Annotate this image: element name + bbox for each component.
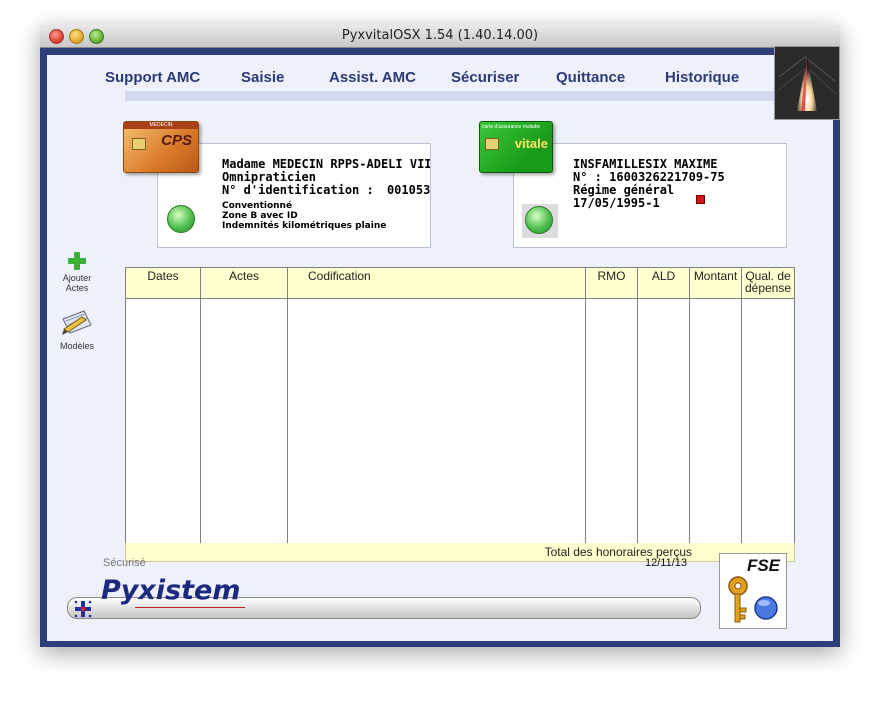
col-header-qual-depense[interactable]: Qual. de dépense [742,270,794,294]
brand-underline [135,607,245,608]
brand-logo-text: Pyxistem [101,575,241,606]
column-divider [637,268,638,544]
fse-panel[interactable]: FSE [719,553,787,629]
practitioner-zone: Zone B avec ID [222,211,298,221]
cps-card-image: MEDECIN CPS [123,121,199,173]
nav-historique[interactable]: Historique [665,69,739,86]
col-header-montant[interactable]: Montant [690,270,741,282]
chip-icon [485,138,499,150]
nav-securiser[interactable]: Sécuriser [451,69,519,86]
nav-saisie[interactable]: Saisie [241,69,284,86]
cps-card-header: MEDECIN [124,122,198,129]
window-title: PyxvitalOSX 1.54 (1.40.14.00) [341,28,539,43]
models-button[interactable]: Modèles [55,309,99,351]
vitale-status-light[interactable] [525,206,553,234]
cps-card-label: CPS [161,132,192,149]
nav-quittance[interactable]: Quittance [556,69,625,86]
vitale-card-header: carte d'assurance maladie [482,124,541,130]
col-header-codification[interactable]: Codification [308,270,428,282]
add-acts-label: Ajouter Actes [62,273,92,293]
acts-table[interactable]: Dates Actes Codification RMO ALD Montant… [125,267,795,545]
nav-underline-bar [125,91,785,101]
column-divider [689,268,690,544]
col-header-ald[interactable]: ALD [638,270,689,282]
table-footer: Total des honoraires perçus [125,543,795,562]
table-header: Dates Actes Codification RMO ALD Montant… [126,268,794,299]
network-icon [74,600,92,618]
column-divider [741,268,742,544]
patient-status-indicator [696,195,705,204]
practitioner-ik: Indemnités kilométriques plaine [222,221,387,231]
app-logo [774,46,840,120]
main-content: Support AMC Saisie Assist. AMC Sécuriser… [47,46,840,641]
notebook-pencil-icon [62,310,92,335]
add-acts-button[interactable]: Ajouter Actes [55,251,99,293]
cps-status-light[interactable] [167,205,195,233]
vitale-card-label: vitale [514,136,548,151]
column-divider [585,268,586,544]
vitale-light-box [522,204,558,238]
col-header-rmo[interactable]: RMO [586,270,637,282]
col-header-dates[interactable]: Dates [126,270,200,282]
status-text: Sécurisé [103,557,146,569]
plus-icon [68,252,86,270]
column-divider [287,268,288,544]
fse-label: FSE [746,556,780,575]
key-icon [728,576,778,623]
app-window: PyxvitalOSX 1.54 (1.40.14.00) Support AM… [40,25,840,647]
vitale-info: INSFAMILLESIX MAXIME N° : 1600326221709-… [573,158,779,210]
title-bar[interactable]: PyxvitalOSX 1.54 (1.40.14.00) [40,25,840,48]
nav-assist-amc[interactable]: Assist. AMC [329,69,416,86]
vitale-card-panel: INSFAMILLESIX MAXIME N° : 1600326221709-… [513,143,787,248]
chip-icon [132,138,146,150]
practitioner-id-label: N° d'identification : [222,183,374,197]
col-header-actes[interactable]: Actes [201,270,287,282]
practitioner-id-value: 001053685 [386,183,430,197]
column-divider [200,268,201,544]
patient-birth: 17/05/1995-1 [573,196,660,210]
practitioner-id-row: N° d'identification : 001053685 [222,184,430,197]
cps-info: Madame MEDECIN RPPS-ADELI VII Omnipratic… [222,158,430,231]
vitale-card-image: carte d'assurance maladie vitale [479,121,553,173]
models-label: Modèles [59,341,95,351]
practitioner-convention: Conventionné [222,201,293,211]
nav-support-amc[interactable]: Support AMC [105,69,200,86]
status-date: 12/11/13 [645,557,688,569]
